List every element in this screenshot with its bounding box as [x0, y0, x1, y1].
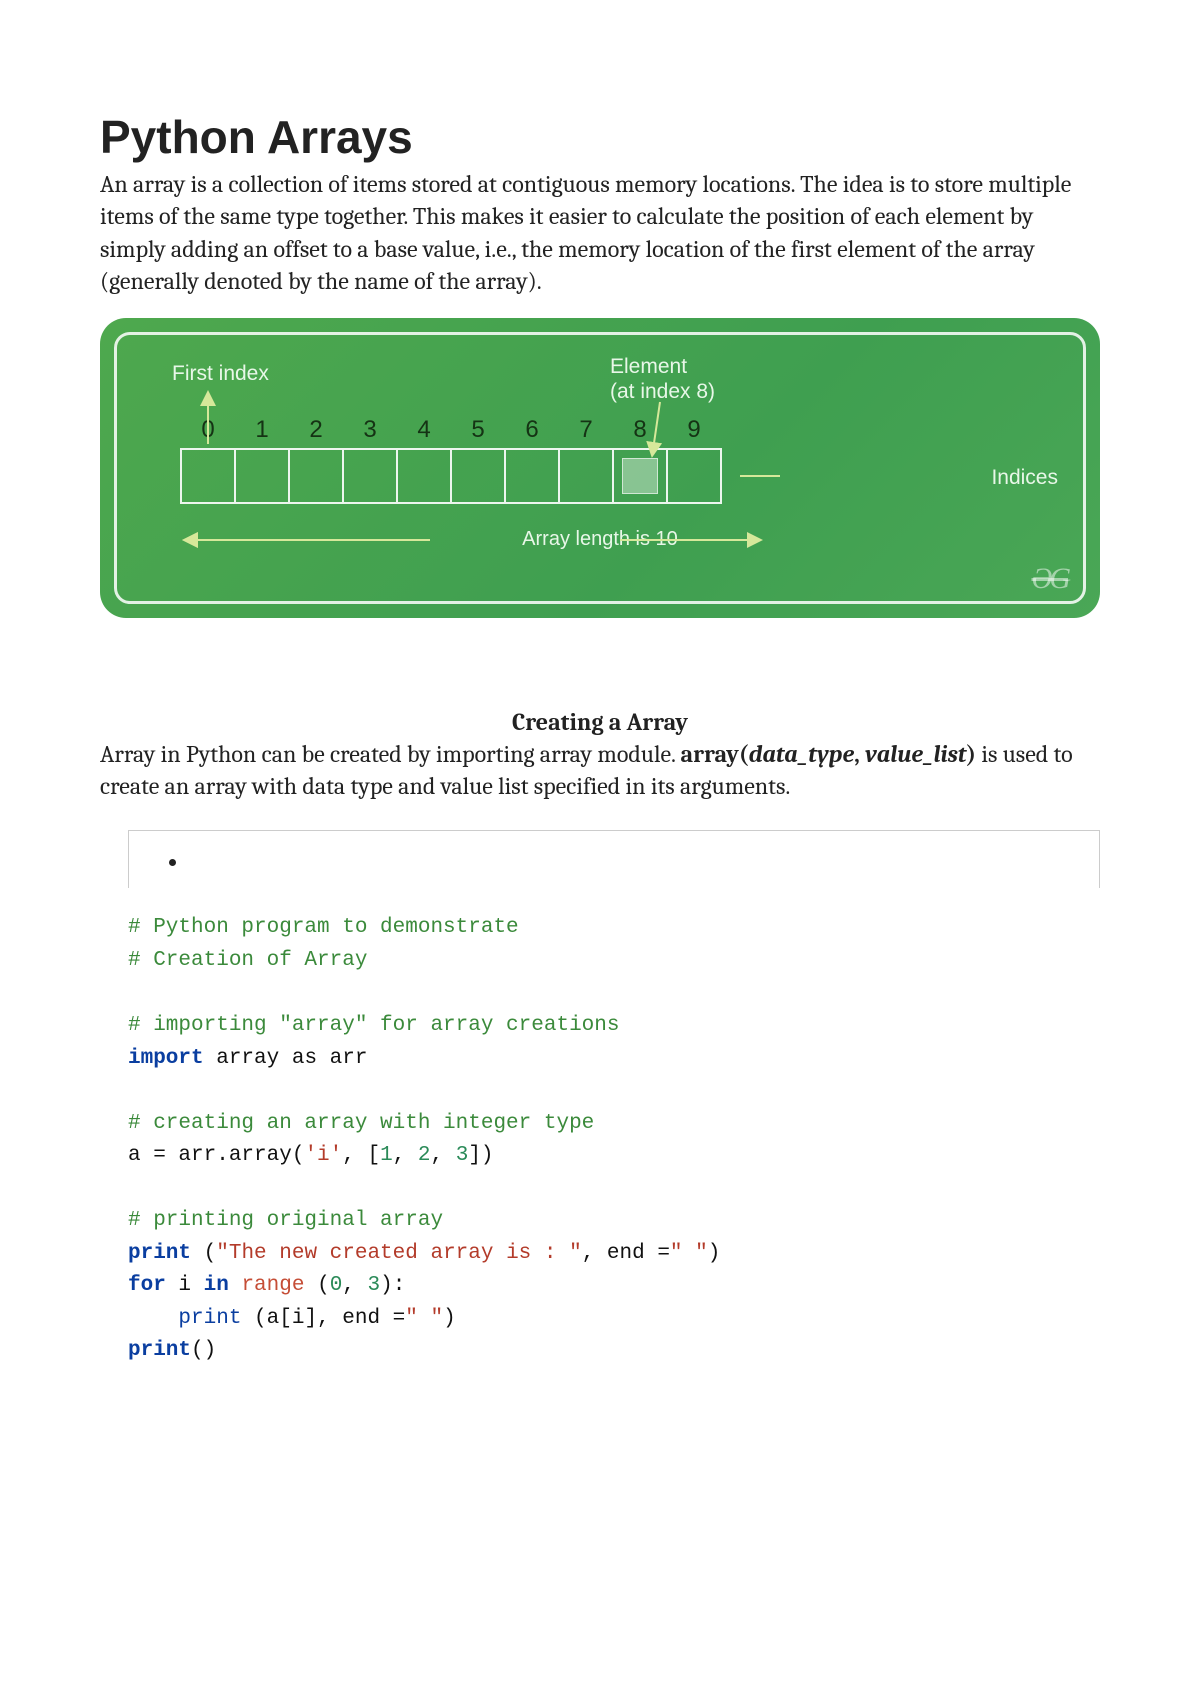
array-length-label: Array length is 10: [100, 528, 1100, 551]
element-at-index-label: Element (at index 8): [610, 354, 715, 404]
close-list: ]): [468, 1144, 493, 1167]
kw-import: import: [128, 1047, 204, 1070]
index-8: 8: [614, 416, 666, 444]
comma-open: , [: [342, 1144, 380, 1167]
str-msg: "The new created array is : ": [216, 1242, 581, 1265]
import-rest: array as arr: [204, 1047, 368, 1070]
page-title: Python Arrays: [100, 110, 1100, 164]
para2-part-a: Array in Python can be created by import…: [100, 740, 681, 768]
str-space-1: " ": [670, 1242, 708, 1265]
creating-array-paragraph: Array in Python can be created by import…: [100, 738, 1100, 803]
inner-print-open: (a[i], end =: [241, 1307, 405, 1330]
sep2: ,: [431, 1144, 456, 1167]
array-diagram: First index Element (at index 8) Indices…: [100, 318, 1100, 618]
code-comment-1: # Python program to demonstrate: [128, 916, 519, 939]
element-label-line1: Element: [610, 355, 687, 378]
index-5: 5: [452, 416, 504, 444]
for-var: i: [166, 1274, 204, 1297]
sep1: ,: [393, 1144, 418, 1167]
index-9: 9: [668, 416, 720, 444]
array-cell-7: 7: [560, 450, 614, 502]
array-cell-5: 5: [452, 450, 506, 502]
sep3: ,: [342, 1274, 367, 1297]
str-i: 'i': [304, 1144, 342, 1167]
code-comment-3: # importing "array" for array creations: [128, 1014, 619, 1037]
empty-call: (): [191, 1339, 216, 1362]
assign-a: a = arr.array(: [128, 1144, 304, 1167]
indices-label: Indices: [991, 466, 1058, 490]
gg-watermark: ƏG: [1031, 562, 1068, 596]
index-2: 2: [290, 416, 342, 444]
index-3: 3: [344, 416, 396, 444]
array-cell-6: 6: [506, 450, 560, 502]
close-paren-2: ): [443, 1307, 456, 1330]
close-paren-1: ): [708, 1242, 721, 1265]
range-n0: 0: [330, 1274, 343, 1297]
array-cell-4: 4: [398, 450, 452, 502]
array-func-arg2: value_list: [865, 740, 966, 768]
kw-print-3: print: [128, 1339, 191, 1362]
kw-print-2: print: [178, 1307, 241, 1330]
array-cell-1: 1: [236, 450, 290, 502]
array-func-close: ): [966, 740, 976, 768]
array-cell-2: 2: [290, 450, 344, 502]
array-cell-8: 8: [614, 450, 668, 502]
indent: [128, 1307, 178, 1330]
index-4: 4: [398, 416, 450, 444]
num-2: 2: [418, 1144, 431, 1167]
range-n3: 3: [368, 1274, 381, 1297]
index-6: 6: [506, 416, 558, 444]
sp1: [229, 1274, 242, 1297]
print1-open: (: [191, 1242, 216, 1265]
array-boxes: 0 1 2 3 4 5 6 7 8 9: [180, 448, 722, 504]
kw-range: range: [241, 1274, 304, 1297]
range-open: (: [304, 1274, 329, 1297]
creating-array-heading: Creating a Array: [100, 708, 1100, 736]
code-comment-5: # printing original array: [128, 1209, 443, 1232]
element-label-line2: (at index 8): [610, 380, 715, 403]
array-func-arg1: data_type: [749, 740, 855, 768]
first-index-label: First index: [172, 362, 269, 386]
index-1: 1: [236, 416, 288, 444]
num-3: 3: [456, 1144, 469, 1167]
bullet-icon: [169, 859, 176, 866]
index-0: 0: [182, 416, 234, 444]
index-7: 7: [560, 416, 612, 444]
code-comment-4: # creating an array with integer type: [128, 1112, 594, 1135]
kw-print-1: print: [128, 1242, 191, 1265]
code-comment-2: # Creation of Array: [128, 949, 367, 972]
num-1: 1: [380, 1144, 393, 1167]
document-page: Python Arrays An array is a collection o…: [0, 0, 1200, 1697]
array-cell-3: 3: [344, 450, 398, 502]
array-cell-9: 9: [668, 450, 722, 502]
str-space-2: " ": [405, 1307, 443, 1330]
kw-in: in: [204, 1274, 229, 1297]
end-kw-1: , end =: [582, 1242, 670, 1265]
code-block: # Python program to demonstrate # Creati…: [128, 912, 1100, 1368]
highlighted-element: [622, 458, 658, 494]
code-tab-bar: [128, 830, 1100, 888]
array-cell-0: 0: [182, 450, 236, 502]
range-close: ):: [380, 1274, 405, 1297]
intro-paragraph: An array is a collection of items stored…: [100, 168, 1100, 298]
kw-for: for: [128, 1274, 166, 1297]
array-func-open: array(: [681, 740, 749, 768]
array-func-comma: ,: [854, 740, 865, 768]
